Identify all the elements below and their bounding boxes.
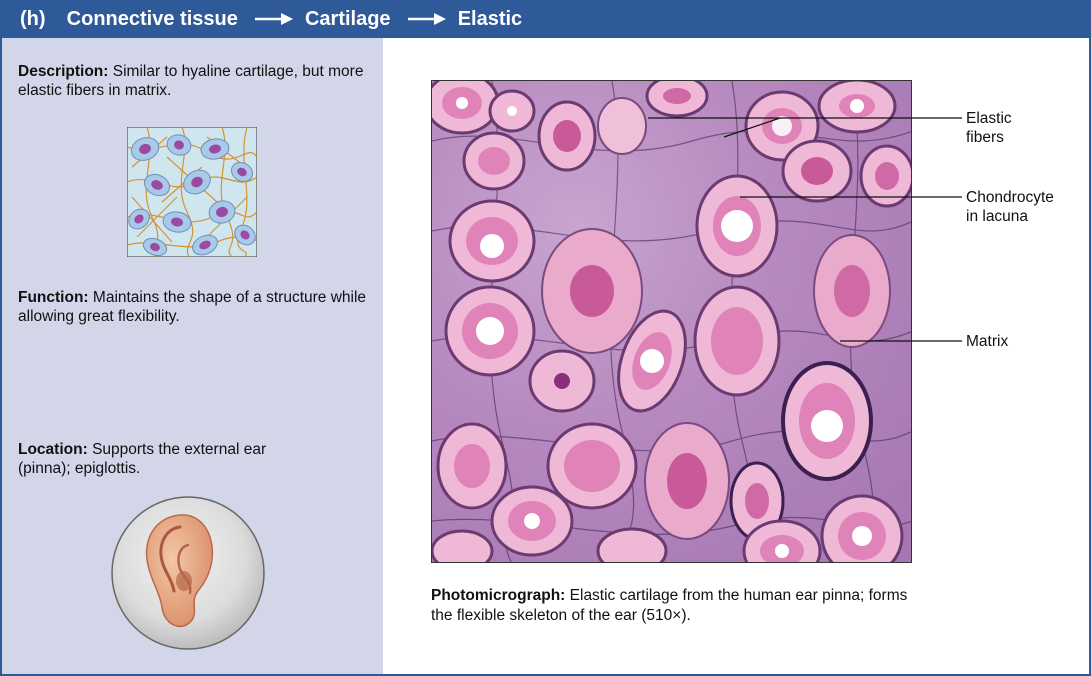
label-chondrocyte: Chondrocyte in lacuna: [966, 189, 1054, 225]
figure-header: (h) Connective tissue Cartilage Elastic: [0, 0, 1091, 38]
header-elastic: Elastic: [457, 8, 523, 30]
header-connective-tissue: Connective tissue: [66, 8, 238, 30]
function-label: Function:: [18, 289, 89, 306]
arrow-right-icon: [408, 13, 447, 25]
caption-label: Photomicrograph:: [431, 587, 566, 604]
photomicrograph-caption: Photomicrograph: Elastic cartilage from …: [431, 586, 911, 626]
arrow-right-icon: [255, 13, 294, 25]
photomicrograph: [431, 80, 912, 563]
location-label: Location:: [18, 441, 88, 458]
label-elastic-fibers: Elastic fibers: [966, 110, 1012, 146]
elastic-cartilage-illustration: [127, 127, 257, 257]
description-label: Description:: [18, 63, 109, 80]
function-block: Function: Maintains the shape of a struc…: [18, 288, 368, 326]
header-cartilage: Cartilage: [304, 8, 391, 30]
location-block: Location: Supports the external ear (pin…: [18, 440, 318, 478]
micrograph-image: [432, 81, 911, 562]
description-block: Description: Similar to hyaline cartilag…: [18, 62, 368, 100]
label-matrix: Matrix: [966, 333, 1009, 350]
panel-letter: (h): [20, 8, 46, 30]
ear-illustration: [111, 496, 265, 650]
